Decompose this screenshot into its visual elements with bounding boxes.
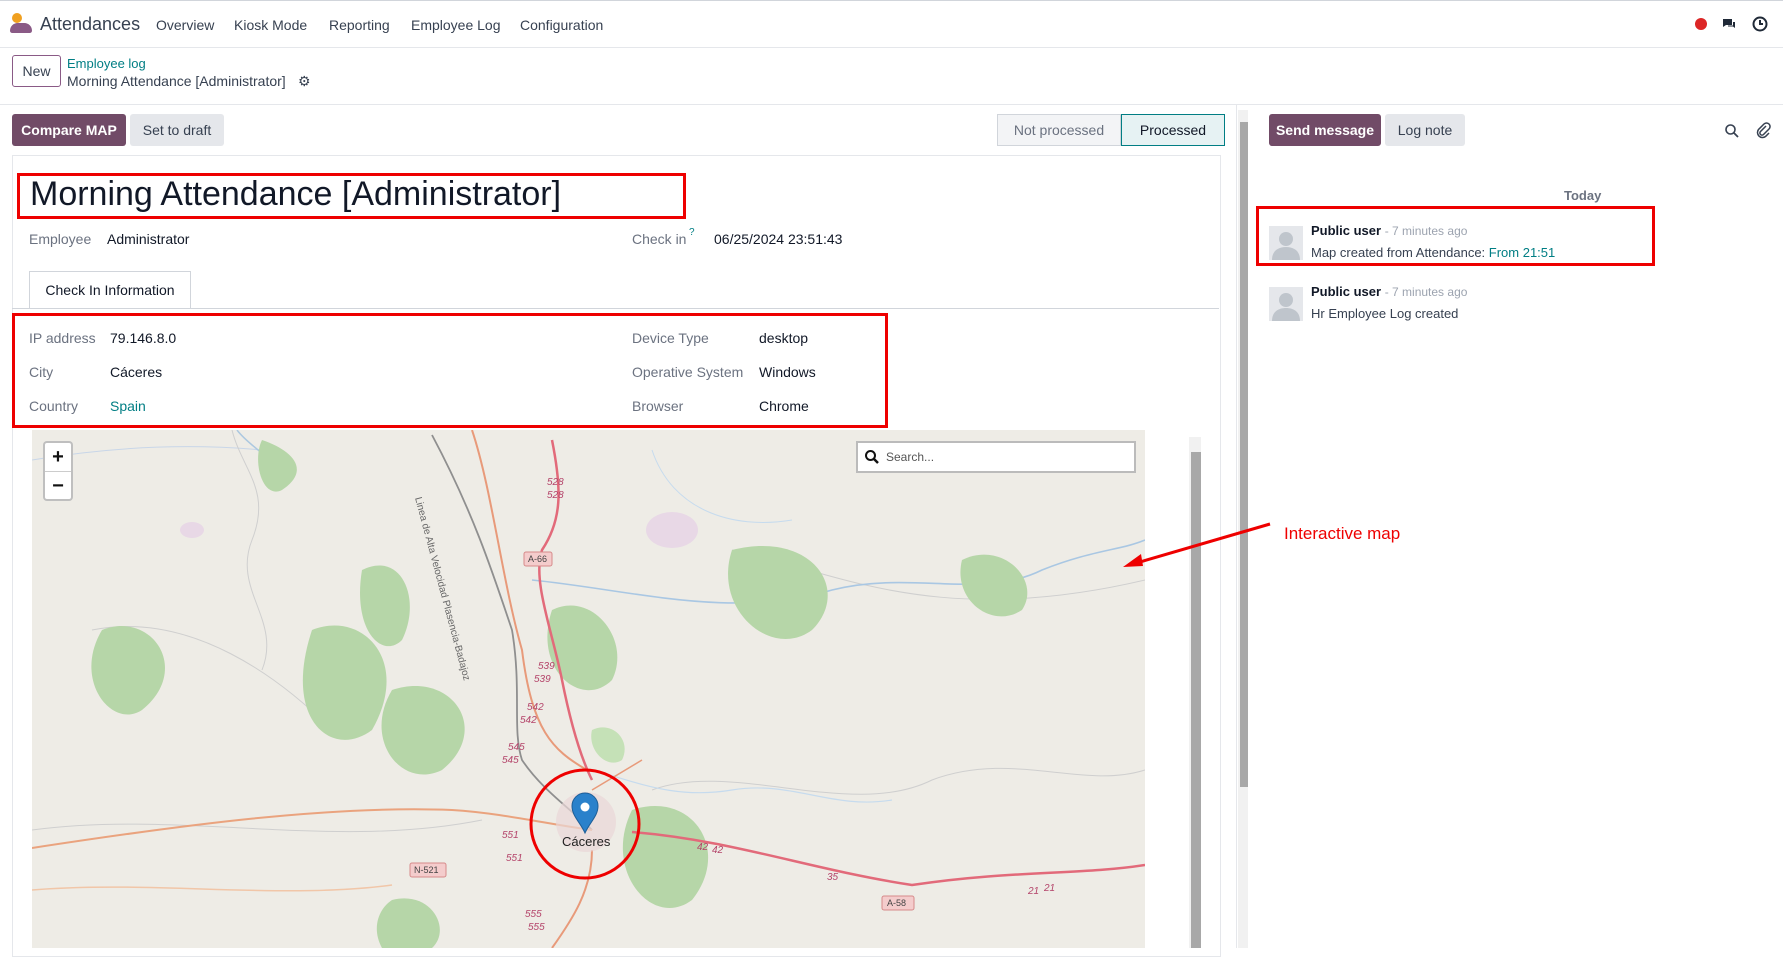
road-label: 555 — [525, 909, 542, 920]
nav-kiosk-mode[interactable]: Kiosk Mode — [234, 17, 307, 33]
search-icon[interactable] — [1724, 123, 1740, 139]
employee-label: Employee — [29, 231, 92, 247]
map-search-placeholder: Search... — [886, 450, 935, 464]
annotation-arrow-icon — [1123, 522, 1271, 567]
road-label: 551 — [502, 830, 519, 841]
breadcrumb-current: Morning Attendance [Administrator] — [67, 73, 286, 89]
set-to-draft-button[interactable]: Set to draft — [130, 114, 224, 146]
send-message-button[interactable]: Send message — [1269, 114, 1381, 146]
road-label: 545 — [502, 755, 519, 766]
road-label: 542 — [527, 702, 544, 713]
road-label: 42 — [712, 845, 724, 856]
date-separator-today: Today — [1564, 188, 1602, 203]
new-button[interactable]: New — [12, 55, 61, 87]
chat-icon[interactable] — [1721, 16, 1737, 32]
app-brand[interactable]: Attendances — [10, 13, 140, 35]
status-bar: Not processed Processed — [997, 114, 1225, 146]
checkin-help-icon[interactable]: ? — [689, 227, 695, 238]
marker-label: Cáceres — [562, 834, 611, 849]
gear-icon[interactable]: ⚙ — [298, 73, 311, 90]
road-label: 555 — [528, 922, 545, 933]
message-body: Hr Employee Log created — [1311, 306, 1459, 321]
attachment-paperclip-icon[interactable] — [1755, 121, 1771, 139]
employee-field[interactable]: Administrator — [107, 231, 189, 247]
road-label: 539 — [538, 661, 555, 672]
road-label: 551 — [506, 853, 523, 864]
message-time: - 7 minutes ago — [1384, 285, 1468, 299]
road-label: 528 — [547, 490, 564, 501]
app-name: Attendances — [40, 13, 141, 34]
road-label: 545 — [508, 742, 525, 753]
avatar[interactable] — [1269, 287, 1303, 321]
nav-configuration[interactable]: Configuration — [520, 17, 603, 33]
form-scrollbar-thumb[interactable] — [1240, 122, 1248, 787]
road-label: 35 — [827, 872, 839, 883]
road-label: 542 — [520, 715, 537, 726]
road-label: 21 — [1043, 883, 1055, 894]
activity-clock-icon[interactable] — [1752, 16, 1768, 32]
map-tiles[interactable]: 528 528 539 539 542 542 545 545 551 551 … — [32, 430, 1145, 948]
search-icon — [865, 450, 879, 464]
compare-map-button[interactable]: Compare MAP — [12, 114, 126, 146]
breadcrumb-parent[interactable]: Employee log — [67, 56, 146, 71]
tab-divider — [12, 308, 1219, 309]
title-highlight-box — [17, 173, 686, 219]
zoom-control: + − — [43, 441, 73, 501]
log-note-button[interactable]: Log note — [1385, 114, 1465, 146]
zoom-in-button[interactable]: + — [45, 443, 71, 472]
stage-processed[interactable]: Processed — [1121, 114, 1225, 146]
road-label: 539 — [534, 674, 551, 685]
top-navbar: Attendances Overview Kiosk Mode Reportin… — [0, 0, 1783, 48]
map-search-box[interactable]: Search... — [856, 441, 1136, 473]
road-shield-n521: N-521 — [414, 865, 439, 875]
tab-check-in-information[interactable]: Check In Information — [29, 271, 191, 309]
annotation-label: Interactive map — [1284, 524, 1401, 543]
user-avatar-icon — [1272, 293, 1300, 321]
message-highlight-box — [1256, 206, 1655, 266]
nav-reporting[interactable]: Reporting — [329, 17, 390, 33]
road-label: 21 — [1027, 886, 1039, 897]
zoom-out-button[interactable]: − — [45, 472, 71, 500]
status-dot-icon[interactable] — [1693, 16, 1709, 32]
nav-overview[interactable]: Overview — [156, 17, 214, 33]
nav-employee-log[interactable]: Employee Log — [411, 17, 501, 33]
checkin-label: Check in — [632, 231, 687, 247]
info-highlight-box — [12, 313, 888, 428]
road-shield-a66: A-66 — [528, 554, 547, 564]
attendances-logo-icon — [10, 13, 32, 35]
header-divider — [0, 104, 1783, 105]
checkin-field[interactable]: 06/25/2024 23:51:43 — [714, 231, 842, 247]
message-author[interactable]: Public user - 7 minutes ago — [1311, 284, 1467, 299]
road-label: 42 — [697, 842, 709, 853]
stage-not-processed[interactable]: Not processed — [997, 114, 1121, 146]
road-shield-a58: A-58 — [887, 898, 906, 908]
interactive-map[interactable]: 528 528 539 539 542 542 545 545 551 551 … — [32, 430, 1145, 948]
road-label: 528 — [547, 477, 564, 488]
rail-label: Linea de Alta Velocidad Plasencia-Badajo… — [412, 496, 472, 682]
